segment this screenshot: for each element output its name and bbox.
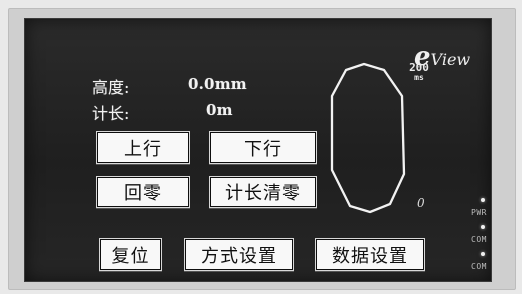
- com2-led: [481, 252, 485, 256]
- up-button[interactable]: 上行: [96, 131, 190, 164]
- com2-label: COM: [471, 262, 487, 271]
- pwr-led: [481, 198, 485, 202]
- down-button[interactable]: 下行: [209, 131, 317, 164]
- brand-name: View: [430, 50, 471, 69]
- data-settings-button[interactable]: 数据设置: [315, 238, 425, 271]
- length-label: 计长:: [92, 104, 130, 123]
- reset-button[interactable]: 复位: [99, 238, 162, 271]
- height-label: 高度:: [92, 78, 130, 97]
- zero-mark: 0: [417, 196, 425, 210]
- octagon-outline: [330, 62, 406, 214]
- length-value: 0m: [206, 101, 233, 119]
- position-indicator: [330, 62, 406, 214]
- home-button[interactable]: 回零: [96, 176, 190, 208]
- com1-label: COM: [471, 235, 487, 244]
- height-value: 0.0mm: [188, 75, 247, 93]
- length-reset-button[interactable]: 计长清零: [209, 176, 317, 208]
- com1-led: [481, 225, 485, 229]
- mode-settings-button[interactable]: 方式设置: [184, 238, 294, 271]
- pwr-label: PWR: [471, 208, 487, 217]
- hmi-screen: eView 200 ms 高度: 0.0mm 计长: 0m 上行 下行 回零 计…: [24, 18, 492, 282]
